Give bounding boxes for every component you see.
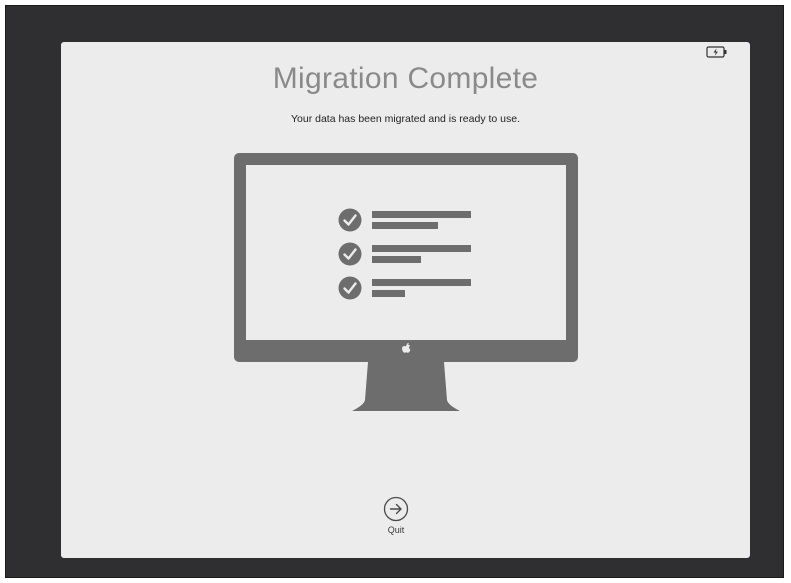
- screen-frame: Migration Complete Your data has been mi…: [5, 5, 784, 578]
- migration-assistant-window: Migration Complete Your data has been mi…: [61, 42, 750, 558]
- checkmark-circle-icon: [338, 276, 362, 300]
- battery-charging-icon: [706, 46, 727, 58]
- checkmark-circle-icon: [338, 208, 362, 232]
- quit-label[interactable]: Quit: [376, 525, 416, 535]
- quit-button[interactable]: Quit: [376, 496, 416, 546]
- arrow-right-circle-icon[interactable]: [383, 496, 409, 522]
- page-title: Migration Complete: [272, 62, 539, 95]
- imac-checklist-icon: [234, 153, 578, 411]
- page-subtitle: Your data has been migrated and is ready…: [290, 113, 521, 125]
- checkmark-circle-icon: [338, 242, 362, 266]
